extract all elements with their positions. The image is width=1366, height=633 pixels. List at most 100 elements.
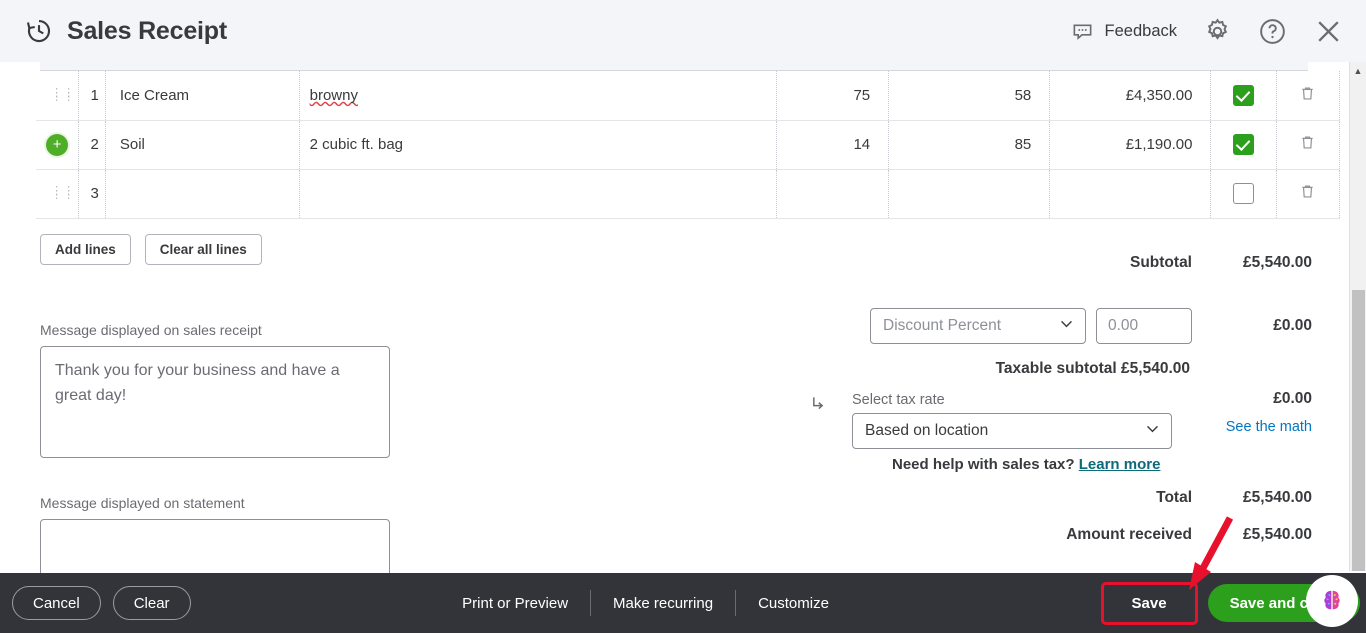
select-tax-rate-label: Select tax rate <box>852 392 945 408</box>
discount-type-value: Discount Percent <box>883 317 1001 335</box>
trash-icon <box>1298 133 1317 152</box>
page-header: Sales Receipt Feedback <box>0 0 1366 62</box>
checkbox-checked-icon <box>1233 85 1254 106</box>
receipt-message-label: Message displayed on sales receipt <box>40 322 390 338</box>
row-drag-handle[interactable]: ⋮⋮⋮⋮ <box>36 169 79 218</box>
table-row[interactable]: ⋮⋮⋮⋮ 3 <box>36 169 1340 218</box>
row-product-field[interactable]: Soil <box>105 120 299 169</box>
chevron-down-icon <box>1058 315 1075 337</box>
save-button[interactable]: Save <box>1104 585 1195 622</box>
discount-type-select[interactable]: Discount Percent <box>870 308 1086 344</box>
row-rate-field[interactable] <box>889 169 1050 218</box>
feedback-label: Feedback <box>1105 22 1177 41</box>
sales-tax-help-text: Need help with sales tax? Learn more <box>892 456 1160 473</box>
row-delete-button[interactable] <box>1276 120 1339 169</box>
row-product-field[interactable]: Ice Cream <box>105 71 299 120</box>
row-tax-checkbox[interactable] <box>1211 169 1276 218</box>
sub-arrow-icon <box>808 394 828 419</box>
clear-button[interactable]: Clear <box>113 586 191 620</box>
row-delete-button[interactable] <box>1276 169 1339 218</box>
print-or-preview-button[interactable]: Print or Preview <box>440 595 590 612</box>
page-title: Sales Receipt <box>67 17 227 46</box>
table-header-edge <box>40 62 1308 71</box>
discount-amount-input[interactable] <box>1096 308 1192 344</box>
row-drag-handle[interactable]: ⋮⋮⋮⋮ <box>36 71 79 120</box>
line-items-body: ⋮⋮⋮⋮ 1 Ice Cream browny 75 58 £4,350.00 <box>36 71 1340 218</box>
totals-section: Subtotal £5,540.00 Discount Percent £0.0… <box>800 248 1312 556</box>
total-value: £5,540.00 <box>1192 489 1312 507</box>
save-button-highlight: Save <box>1101 582 1198 625</box>
row-description-text: browny <box>310 87 358 104</box>
make-recurring-button[interactable]: Make recurring <box>591 595 735 612</box>
header-actions: Feedback <box>1071 16 1366 47</box>
sales-tax-help-label: Need help with sales tax? <box>892 456 1075 473</box>
tax-rate-row: Select tax rate Based on location Need h… <box>800 386 1312 482</box>
row-qty-field[interactable]: 75 <box>776 71 888 120</box>
line-items-table: ⋮⋮⋮⋮ 1 Ice Cream browny 75 58 £4,350.00 <box>36 71 1340 219</box>
table-row[interactable]: + 2 Soil 2 cubic ft. bag 14 85 £1,190.00 <box>36 120 1340 169</box>
assistant-button[interactable] <box>1306 575 1358 627</box>
taxable-subtotal-row: Taxable subtotal £5,540.00 <box>800 352 1312 386</box>
subtotal-value: £5,540.00 <box>1192 254 1312 272</box>
close-x-icon[interactable] <box>1313 16 1344 47</box>
row-delete-button[interactable] <box>1276 71 1339 120</box>
learn-more-link[interactable]: Learn more <box>1079 456 1161 473</box>
row-number: 2 <box>79 120 106 169</box>
trash-icon <box>1298 84 1317 103</box>
tax-rate-value: Based on location <box>865 422 988 440</box>
row-number: 3 <box>79 169 106 218</box>
row-rate-field[interactable]: 85 <box>889 120 1050 169</box>
scrollbar-thumb[interactable] <box>1352 290 1365 571</box>
amount-received-value: £5,540.00 <box>1192 526 1312 544</box>
scroll-up-arrow-icon[interactable]: ▲ <box>1350 62 1366 79</box>
row-rate-field[interactable]: 58 <box>889 71 1050 120</box>
see-the-math-link[interactable]: See the math <box>1226 419 1312 435</box>
add-lines-button[interactable]: Add lines <box>40 234 131 265</box>
cancel-button[interactable]: Cancel <box>12 586 101 620</box>
toolbar-left: Cancel Clear <box>0 586 191 620</box>
gear-icon[interactable] <box>1203 17 1232 46</box>
drag-grip-icon: ⋮⋮⋮⋮ <box>51 189 63 197</box>
total-label: Total <box>1156 489 1192 507</box>
row-qty-field[interactable] <box>776 169 888 218</box>
statement-message-label: Message displayed on statement <box>40 495 390 511</box>
amount-received-row: Amount received £5,540.00 <box>800 514 1312 556</box>
total-row: Total £5,540.00 <box>800 482 1312 514</box>
receipt-message-input[interactable] <box>40 346 390 458</box>
chevron-down-icon <box>1144 420 1161 442</box>
row-tax-checkbox[interactable] <box>1211 71 1276 120</box>
row-description-field[interactable]: browny <box>299 71 776 120</box>
help-circle-icon[interactable] <box>1258 17 1287 46</box>
row-amount-field[interactable]: £1,190.00 <box>1050 120 1211 169</box>
bottom-toolbar: Cancel Clear Print or Preview Make recur… <box>0 573 1366 633</box>
history-clock-icon[interactable] <box>24 16 54 46</box>
toolbar-center: Print or Preview Make recurring Customiz… <box>440 590 851 616</box>
customize-button[interactable]: Customize <box>736 595 851 612</box>
line-items-section: ⋮⋮⋮⋮ 1 Ice Cream browny 75 58 £4,350.00 <box>0 62 1340 265</box>
row-description-field[interactable]: 2 cubic ft. bag <box>299 120 776 169</box>
discount-row: Discount Percent £0.00 <box>800 300 1312 352</box>
tax-rate-select[interactable]: Based on location <box>852 413 1172 449</box>
feedback-button[interactable]: Feedback <box>1071 20 1177 43</box>
row-qty-field[interactable]: 14 <box>776 120 888 169</box>
subtotal-label: Subtotal <box>1130 254 1192 272</box>
drag-grip-icon: ⋮⋮⋮⋮ <box>51 91 63 99</box>
row-amount-field[interactable]: £4,350.00 <box>1050 71 1211 120</box>
checkbox-checked-icon <box>1233 134 1254 155</box>
vertical-scrollbar[interactable]: ▲ <box>1349 62 1366 571</box>
clear-all-lines-button[interactable]: Clear all lines <box>145 234 262 265</box>
plus-circle-icon: + <box>46 134 68 156</box>
discount-value: £0.00 <box>1192 317 1312 335</box>
row-description-field[interactable] <box>299 169 776 218</box>
table-row[interactable]: ⋮⋮⋮⋮ 1 Ice Cream browny 75 58 £4,350.00 <box>36 71 1340 120</box>
row-tax-checkbox[interactable] <box>1211 120 1276 169</box>
row-add-button[interactable]: + <box>36 120 79 169</box>
header-left: Sales Receipt <box>0 16 227 46</box>
receipt-message-block: Message displayed on sales receipt <box>40 322 390 463</box>
row-number: 1 <box>79 71 106 120</box>
brain-assistant-icon <box>1317 586 1347 616</box>
tax-value: £0.00 <box>1192 390 1312 408</box>
amount-received-label: Amount received <box>1066 526 1192 544</box>
row-product-field[interactable] <box>105 169 299 218</box>
row-amount-field[interactable] <box>1050 169 1211 218</box>
